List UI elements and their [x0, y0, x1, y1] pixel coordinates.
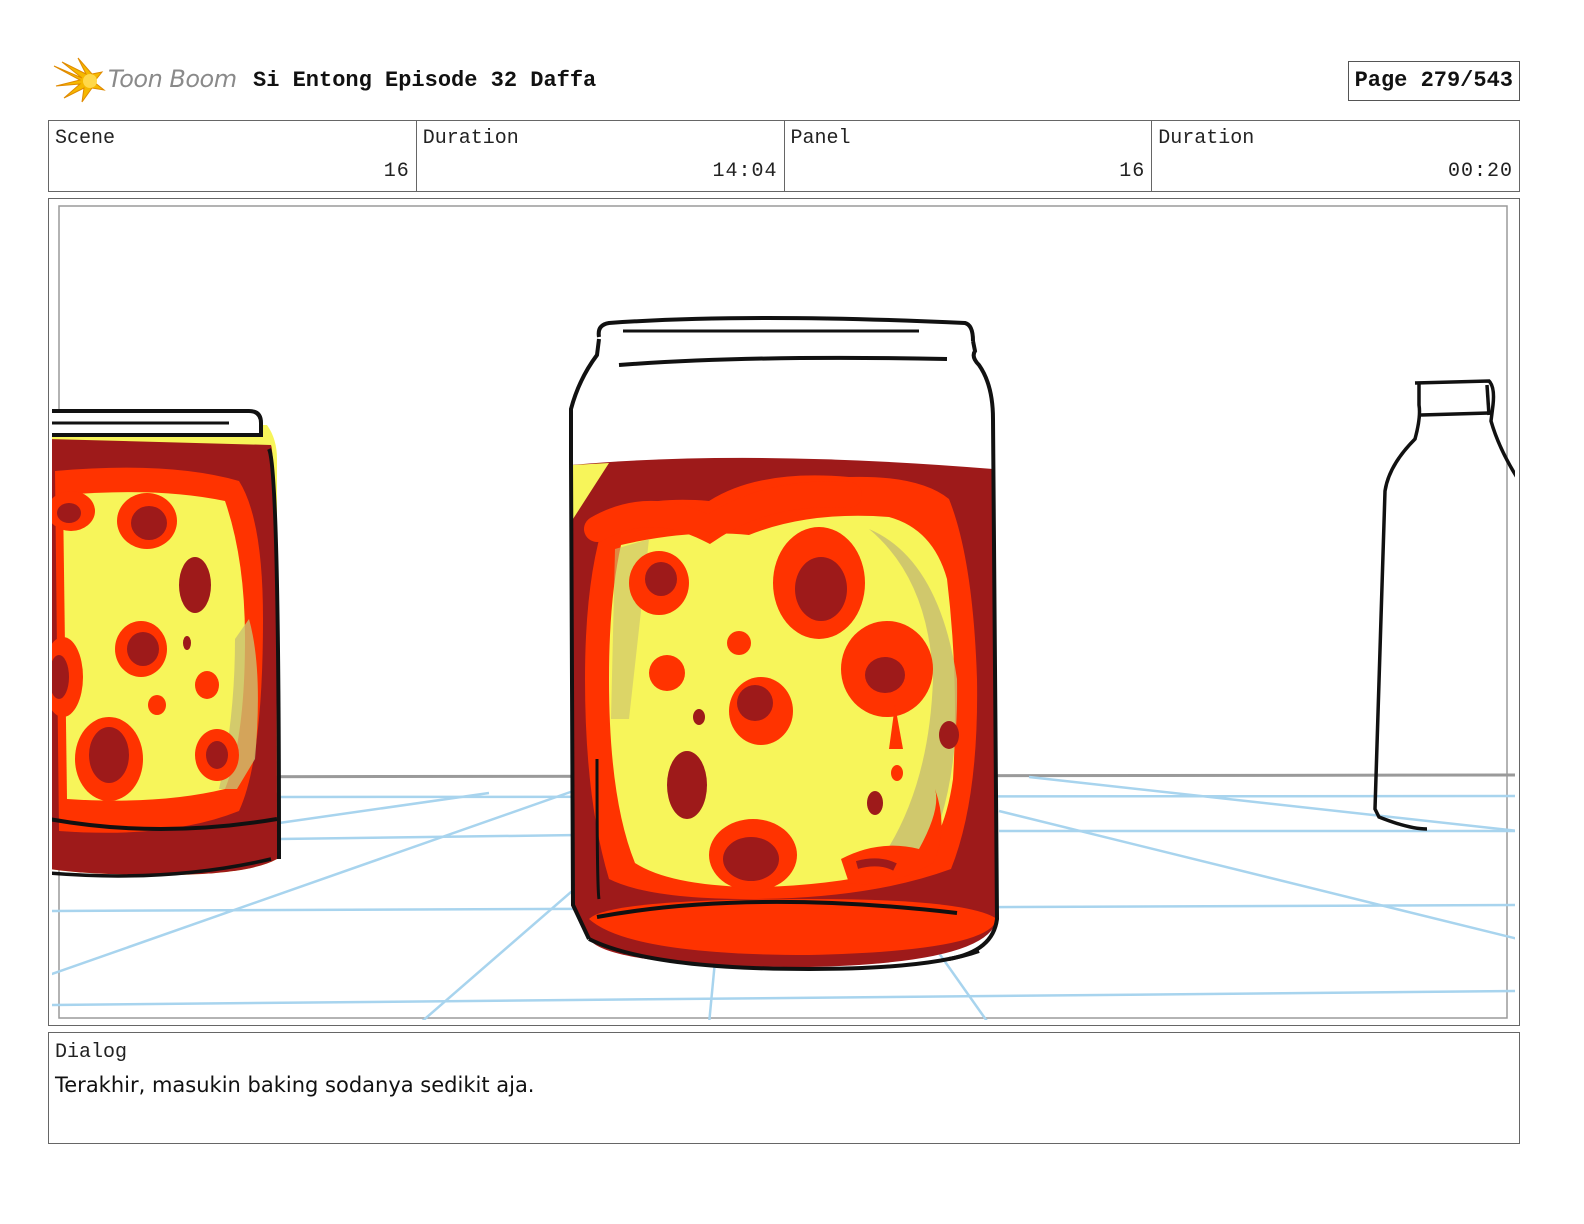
page-number: Page 279/543 [1347, 61, 1520, 101]
logo-text: Toon Boom [108, 65, 237, 93]
panel-drawing [52, 205, 1515, 1020]
panel-value: 16 [1119, 160, 1146, 183]
center-jar [569, 316, 1000, 972]
dialog-text: Terakhir, masukin baking sodanya sedikit… [55, 1073, 535, 1097]
project-title: Si Entong Episode 32 Daffa [253, 68, 597, 93]
dialog-label: Dialog [55, 1041, 128, 1064]
panel-duration-label: Duration [1158, 127, 1255, 150]
toon-boom-logo: Toon Boom [52, 56, 242, 106]
page-header: Toon Boom Si Entong Episode 32 Daffa Pag… [48, 56, 1520, 106]
right-bottle [1373, 379, 1515, 831]
storyboard-panel [48, 198, 1520, 1026]
scene-duration-cell: Duration 14:04 [417, 121, 785, 191]
panel-duration-cell: Duration 00:20 [1152, 121, 1519, 191]
burst-icon [53, 57, 106, 103]
scene-info-table: Scene 16 Duration 14:04 Panel 16 Duratio… [48, 120, 1520, 192]
scene-label: Scene [55, 127, 116, 150]
scene-duration-label: Duration [422, 127, 519, 150]
scene-cell: Scene 16 [49, 121, 417, 191]
dialog-box: Dialog Terakhir, masukin baking sodanya … [48, 1032, 1520, 1144]
scene-duration-value: 14:04 [712, 160, 778, 183]
panel-cell: Panel 16 [785, 121, 1153, 191]
scene-value: 16 [383, 160, 410, 183]
left-jar [52, 409, 281, 878]
panel-label: Panel [790, 127, 851, 150]
panel-duration-value: 00:20 [1447, 160, 1513, 183]
